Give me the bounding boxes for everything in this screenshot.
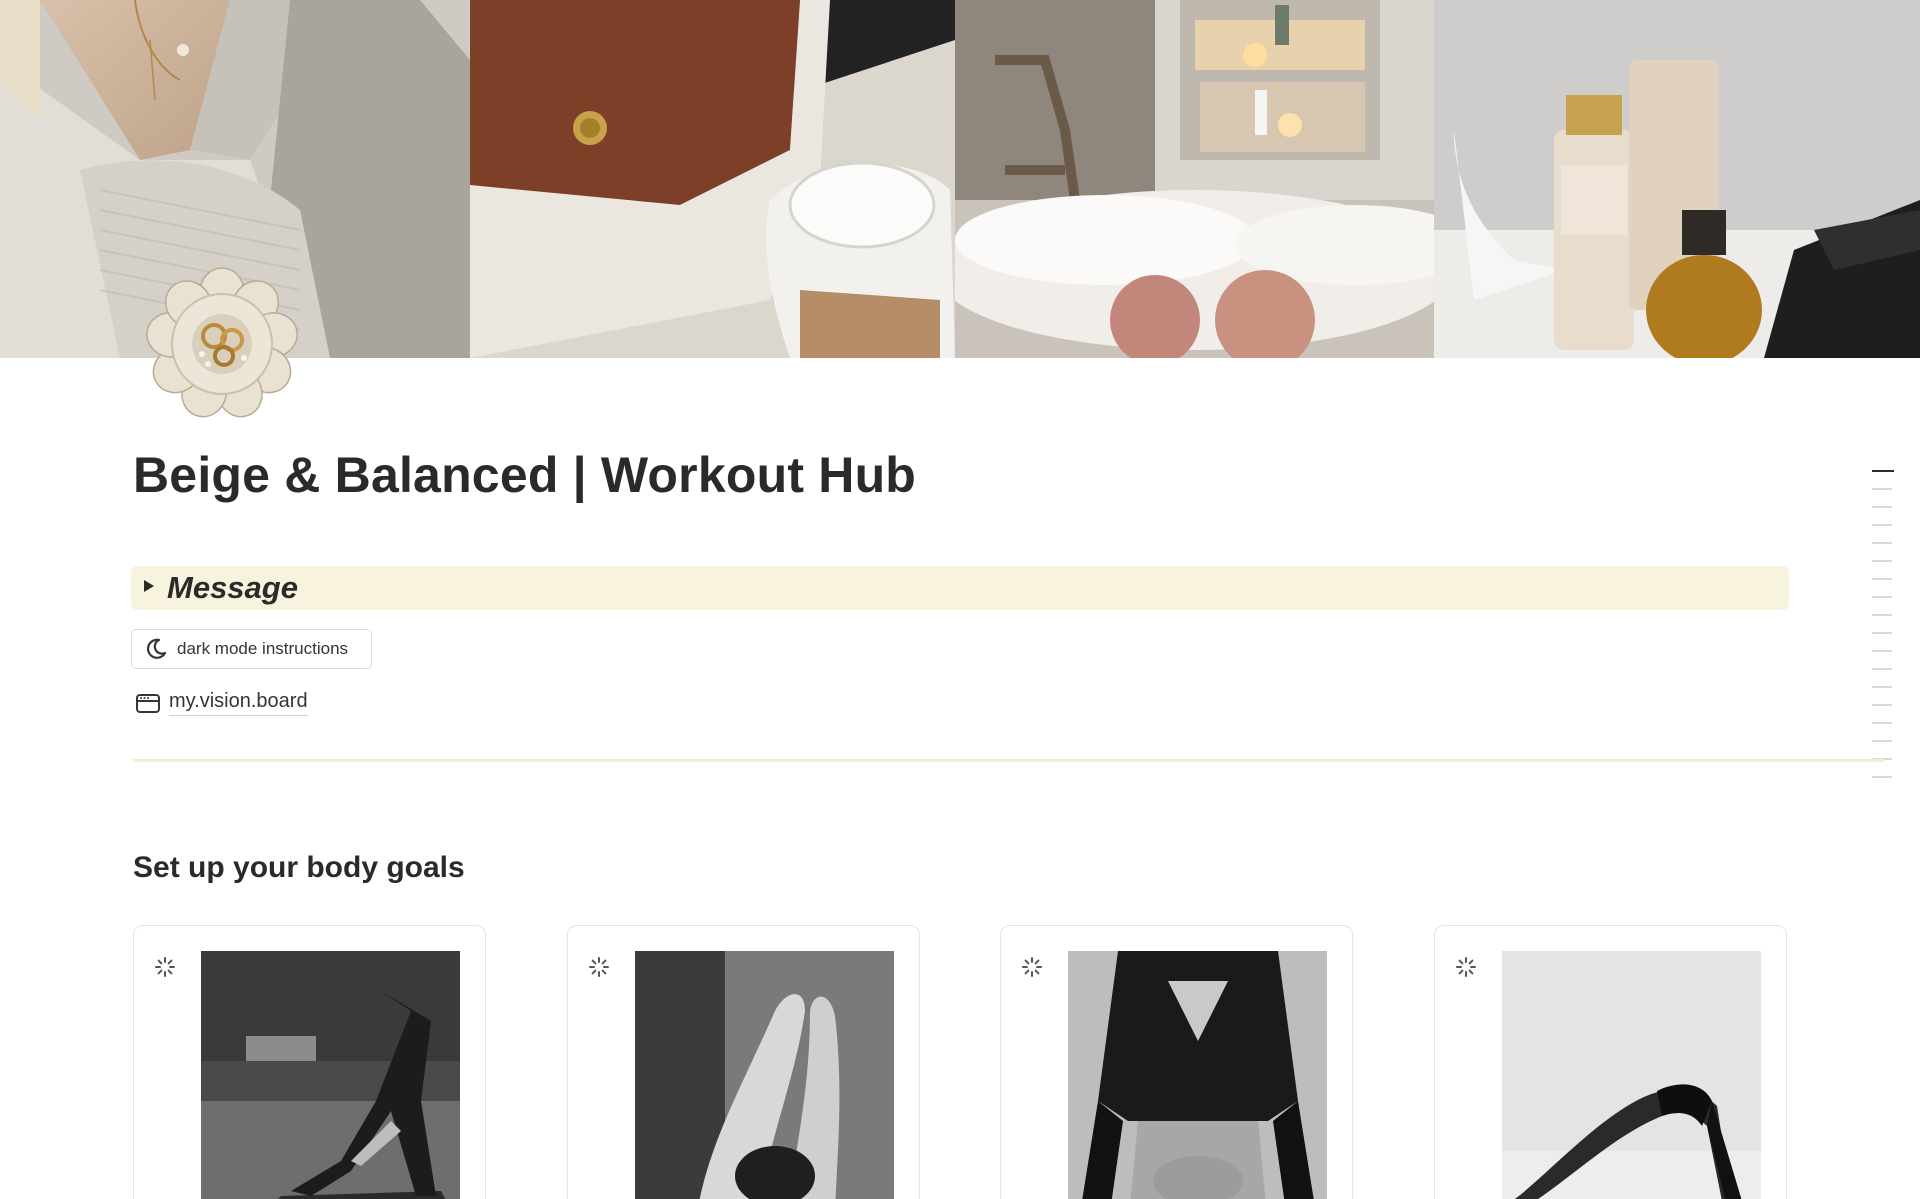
divider [133,759,1884,762]
goal-card[interactable] [1000,925,1353,1199]
cover-panel-perfume [1434,0,1920,358]
outline-item[interactable] [1872,578,1892,580]
notion-page: Beige & Balanced | Workout Hub Message d… [0,0,1920,1199]
wheel-pose-photo [1502,951,1761,1199]
loading-spinner-icon [1455,956,1477,978]
outline-item[interactable] [1872,614,1892,616]
button-label: dark mode instructions [177,639,349,658]
message-toggle[interactable]: Message [131,566,1789,610]
cover-panel-tote [470,0,955,358]
link-label: my.vision.board [169,690,308,716]
table-of-contents-outline[interactable] [1872,470,1896,794]
outline-item[interactable] [1872,704,1892,706]
outline-item[interactable] [1872,686,1892,688]
outline-item[interactable] [1872,776,1892,778]
toggle-label: Message [167,570,298,605]
browser-window-icon [135,692,161,714]
moon-icon [145,638,167,660]
backbend-photo [635,951,894,1199]
outline-item[interactable] [1872,524,1892,526]
outline-item[interactable] [1872,470,1894,472]
triangle-right-icon[interactable] [143,579,163,597]
outline-item[interactable] [1872,722,1892,724]
goal-card[interactable] [567,925,920,1199]
goal-card[interactable] [133,925,486,1199]
outline-item[interactable] [1872,596,1892,598]
section-heading[interactable]: Set up your body goals [133,851,465,885]
outline-item[interactable] [1872,740,1892,742]
outline-item[interactable] [1872,668,1892,670]
loading-spinner-icon [588,956,610,978]
cover-panel-bath [955,0,1434,358]
outline-item[interactable] [1872,506,1892,508]
page-title[interactable]: Beige & Balanced | Workout Hub [133,446,916,504]
outline-item[interactable] [1872,488,1892,490]
outline-item[interactable] [1872,632,1892,634]
dark-mode-instructions-button[interactable]: dark mode instructions [131,629,372,669]
jewelry-dish-icon[interactable] [142,264,302,424]
vision-board-link[interactable]: my.vision.board [135,690,308,716]
crop-top-torso-photo [1068,951,1327,1199]
loading-spinner-icon [154,956,176,978]
downward-dog-photo [201,951,460,1199]
outline-item[interactable] [1872,650,1892,652]
outline-item[interactable] [1872,542,1892,544]
loading-spinner-icon [1021,956,1043,978]
outline-item[interactable] [1872,560,1892,562]
goal-card[interactable] [1434,925,1787,1199]
